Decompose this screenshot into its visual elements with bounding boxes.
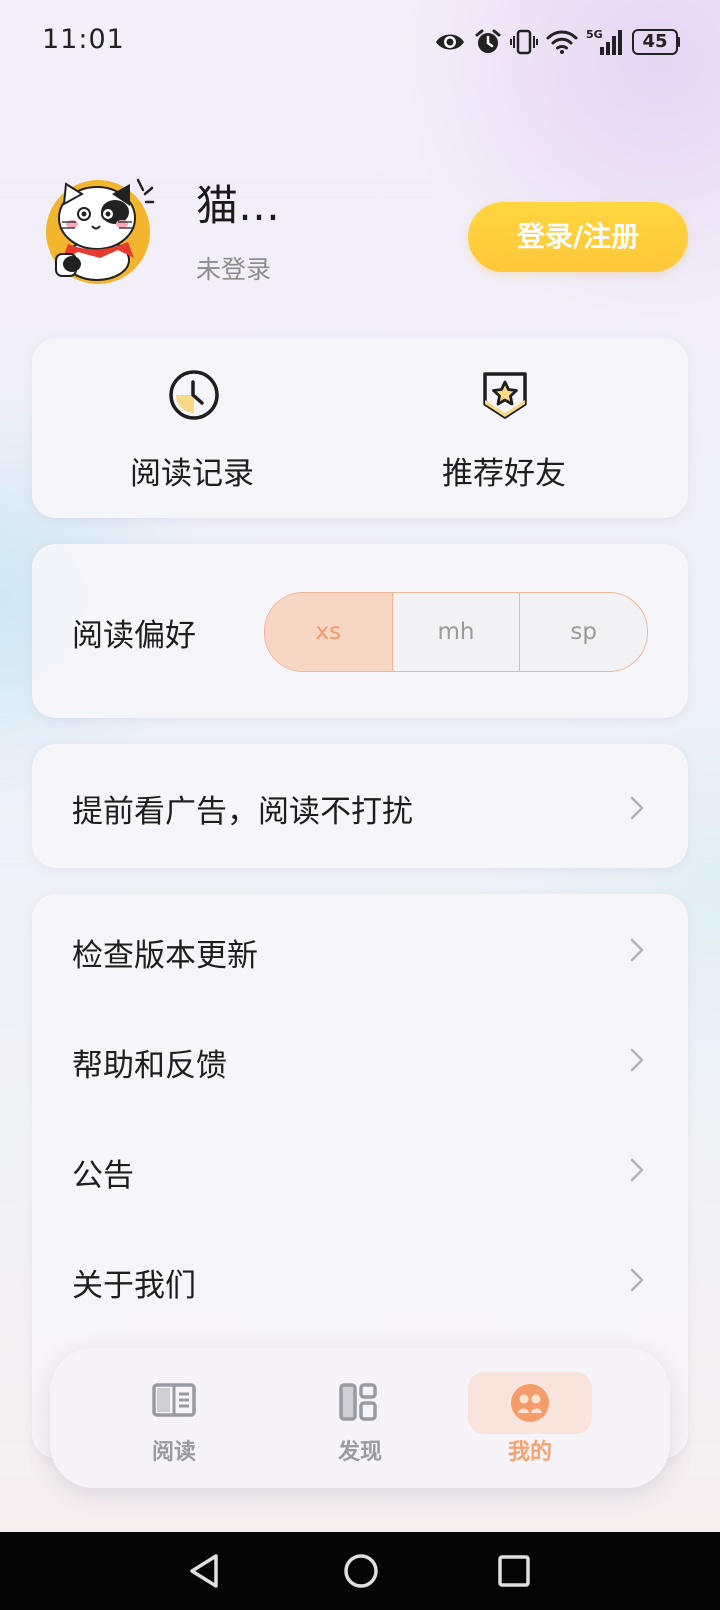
tab-discover-label: 发现 bbox=[337, 1440, 382, 1465]
preference-option-sp[interactable]: sp bbox=[519, 593, 647, 671]
reading-history-button[interactable]: 阅读记录 bbox=[32, 338, 352, 518]
discover-grid-icon bbox=[339, 1383, 377, 1421]
watch-ad-label: 提前看广告，阅读不打扰 bbox=[72, 794, 413, 830]
tab-mine[interactable]: 我的 bbox=[468, 1372, 592, 1465]
5g-signal-icon: 5G bbox=[586, 28, 622, 55]
recommend-friends-button[interactable]: 推荐好友 bbox=[344, 338, 664, 518]
menu-item-help-feedback[interactable]: 帮助和反馈 bbox=[32, 1004, 688, 1114]
reading-history-label: 阅读记录 bbox=[130, 456, 254, 492]
clock-icon bbox=[169, 370, 219, 420]
login-status: 未登录 bbox=[196, 255, 272, 284]
tab-read[interactable]: 阅读 bbox=[112, 1370, 236, 1466]
preference-option-mh[interactable]: mh bbox=[391, 593, 520, 671]
wifi-icon bbox=[546, 30, 578, 54]
username: 猫… bbox=[196, 181, 281, 230]
bottom-navigation: 阅读 发现 我的 bbox=[50, 1348, 670, 1488]
quick-actions-card: 阅读记录 推荐好友 bbox=[32, 338, 688, 518]
reading-preference-card: 阅读偏好 xs mh sp bbox=[32, 544, 688, 718]
status-icons: 5G 45 bbox=[434, 26, 680, 58]
watch-ad-row[interactable]: 提前看广告，阅读不打扰 bbox=[32, 744, 688, 868]
alarm-icon bbox=[475, 29, 501, 53]
chevron-right-icon bbox=[630, 1268, 644, 1292]
tab-read-label: 阅读 bbox=[151, 1440, 196, 1465]
star-badge-icon bbox=[483, 372, 527, 419]
recents-icon[interactable] bbox=[496, 1552, 532, 1590]
menu-item-label: 帮助和反馈 bbox=[72, 1048, 227, 1084]
recommend-friends-label: 推荐好友 bbox=[442, 456, 566, 492]
tab-mine-label: 我的 bbox=[507, 1440, 552, 1465]
lucky-cat-avatar[interactable] bbox=[42, 176, 158, 284]
chevron-right-icon bbox=[630, 1048, 644, 1072]
menu-item-announcements[interactable]: 公告 bbox=[32, 1114, 688, 1224]
reading-preference-segment: xs mh sp bbox=[264, 592, 648, 672]
home-icon[interactable] bbox=[342, 1552, 380, 1590]
battery-icon: 45 bbox=[632, 29, 680, 55]
tab-discover[interactable]: 发现 bbox=[298, 1370, 422, 1466]
menu-item-about-us[interactable]: 关于我们 bbox=[32, 1224, 688, 1334]
book-icon bbox=[152, 1383, 196, 1417]
status-time: 11:01 bbox=[42, 24, 125, 55]
reading-preference-label: 阅读偏好 bbox=[72, 618, 196, 654]
eye-icon bbox=[436, 34, 464, 50]
status-bar: 11:01 5G 45 bbox=[0, 0, 720, 84]
chevron-right-icon bbox=[630, 938, 644, 962]
vibrate-icon bbox=[510, 29, 538, 55]
login-register-button[interactable]: 登录/注册 bbox=[468, 202, 688, 272]
profile-icon bbox=[511, 1384, 549, 1422]
menu-item-label: 检查版本更新 bbox=[72, 938, 258, 974]
menu-item-label: 公告 bbox=[72, 1158, 134, 1194]
back-icon[interactable] bbox=[186, 1552, 222, 1590]
chevron-right-icon bbox=[630, 1158, 644, 1182]
chevron-right-icon bbox=[630, 796, 644, 820]
preference-option-xs[interactable]: xs bbox=[265, 593, 392, 671]
system-navigation-bar bbox=[0, 1532, 720, 1610]
menu-item-label: 关于我们 bbox=[72, 1268, 196, 1304]
svg-text:5G: 5G bbox=[586, 28, 603, 41]
menu-item-check-update[interactable]: 检查版本更新 bbox=[32, 894, 688, 1004]
battery-level: 45 bbox=[642, 31, 668, 52]
